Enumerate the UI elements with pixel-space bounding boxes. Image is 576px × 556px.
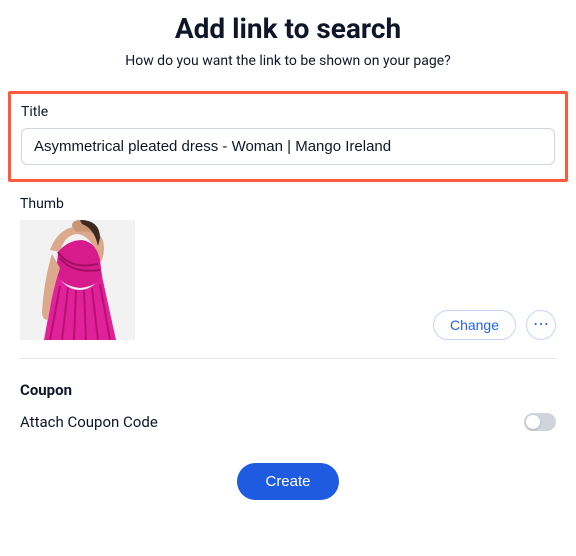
thumb-row: Change ⋯	[20, 220, 556, 340]
page-title: Add link to search	[20, 12, 556, 45]
thumb-label: Thumb	[20, 196, 556, 212]
coupon-toggle[interactable]	[524, 413, 556, 431]
thumb-actions: Change ⋯	[433, 310, 556, 340]
title-highlight-box: Title	[8, 91, 568, 182]
coupon-heading: Coupon	[20, 381, 556, 399]
coupon-row: Attach Coupon Code	[20, 413, 556, 431]
title-input[interactable]	[21, 128, 555, 165]
title-label: Title	[21, 104, 555, 120]
thumb-image	[20, 220, 135, 340]
dress-illustration-icon	[20, 220, 135, 340]
coupon-attach-label: Attach Coupon Code	[20, 413, 158, 431]
page-subtitle: How do you want the link to be shown on …	[20, 53, 556, 69]
more-button[interactable]: ⋯	[526, 310, 556, 340]
create-button[interactable]: Create	[237, 463, 338, 500]
change-button[interactable]: Change	[433, 310, 516, 340]
divider	[20, 358, 556, 359]
toggle-knob	[526, 415, 540, 429]
